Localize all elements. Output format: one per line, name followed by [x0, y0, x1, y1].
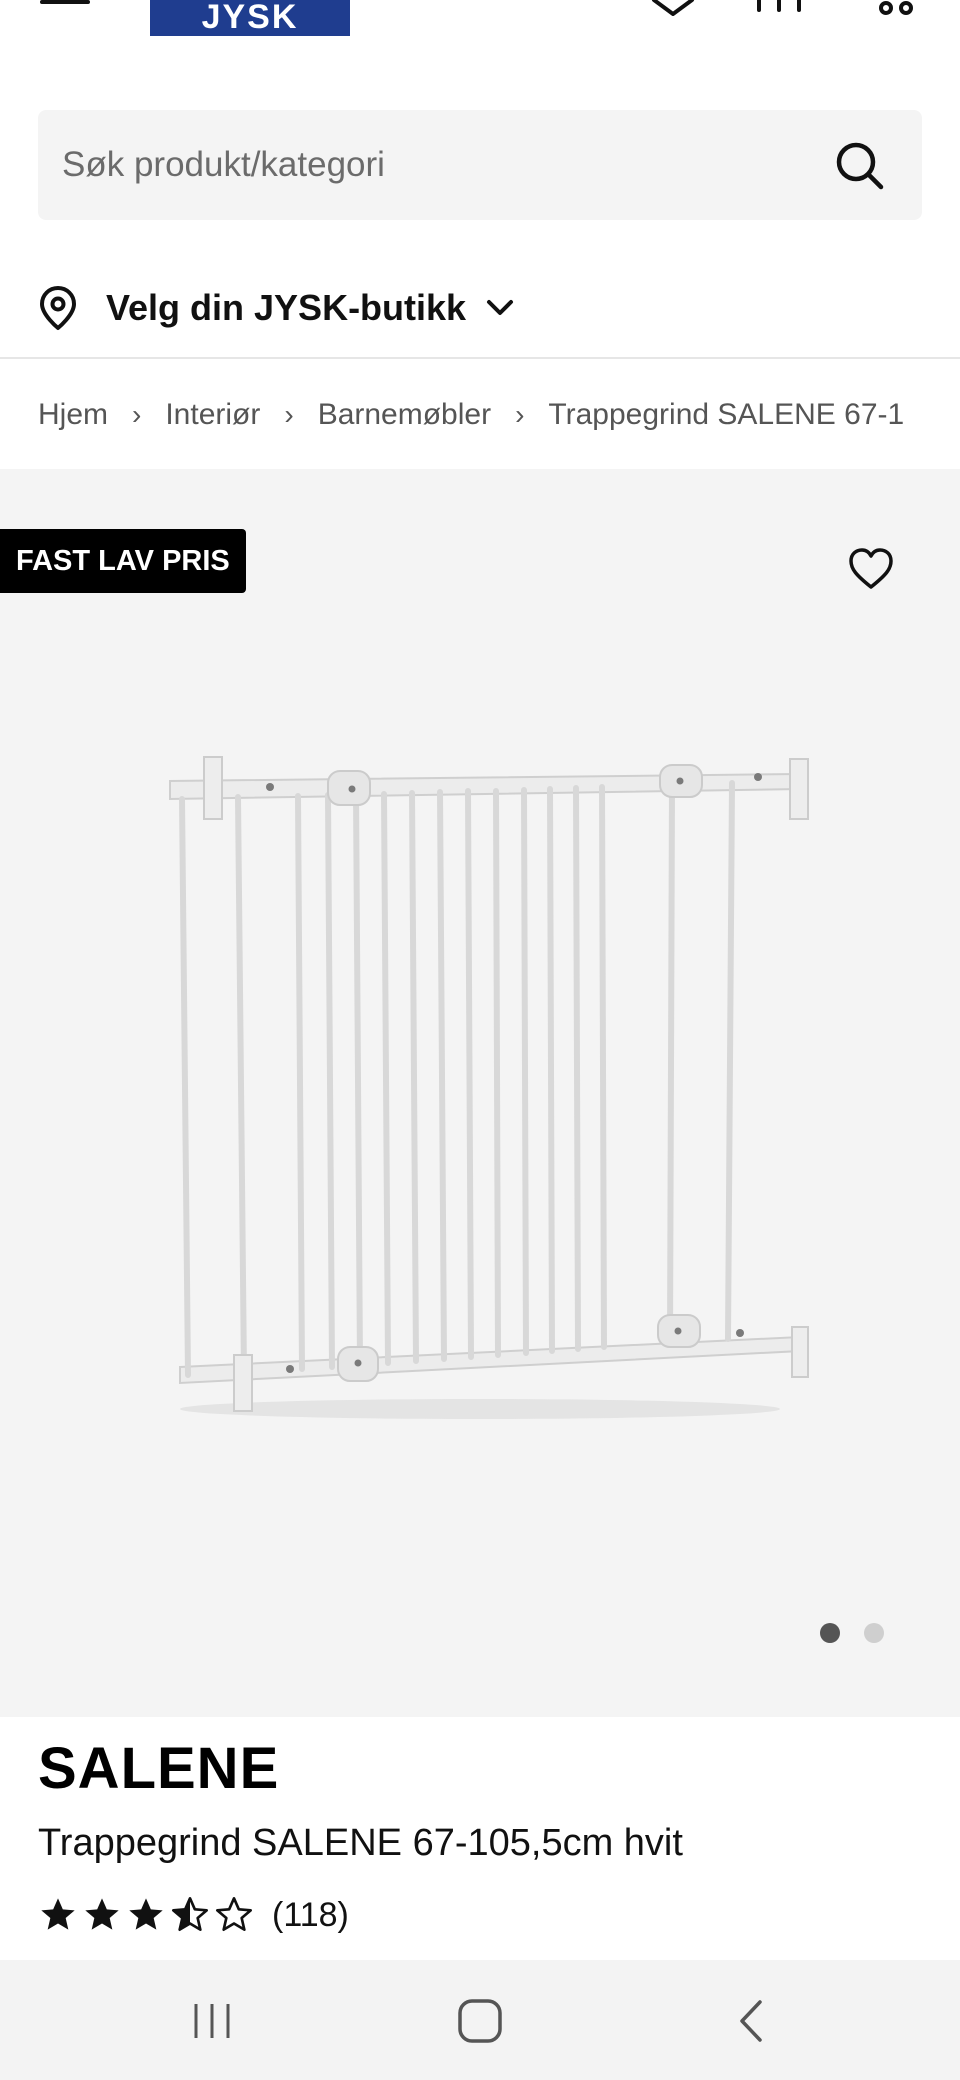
- star-empty-icon: [216, 1897, 253, 1931]
- location-pin-icon: [40, 286, 76, 330]
- search-input[interactable]: Søk produkt/kategori: [62, 110, 385, 220]
- store-label: Velg din JYSK-butikk: [106, 287, 467, 328]
- star-full-icon: [41, 1898, 75, 1930]
- carousel-dot-active[interactable]: [820, 1623, 840, 1643]
- breadcrumb-item-children-furniture[interactable]: Barnemøbler: [318, 398, 491, 432]
- logo-text: JYSK: [201, 0, 299, 36]
- chevron-right-icon: ›: [284, 399, 294, 430]
- review-count[interactable]: (118): [272, 1896, 349, 1935]
- breadcrumb-item-current: Trappegrind SALENE 67-1: [548, 398, 905, 431]
- breadcrumb: Hjem › Interiør › Barnemøbler › Trappegr…: [38, 390, 904, 440]
- product-rating[interactable]: (118): [38, 1890, 349, 1940]
- chevron-down-icon: [487, 300, 514, 315]
- user-icon[interactable]: [874, 0, 920, 18]
- chevron-right-icon: ›: [515, 399, 525, 430]
- star-full-icon: [129, 1898, 163, 1930]
- product-title: Trappegrind SALENE 67-105,5cm hvit: [38, 1822, 683, 1864]
- jysk-logo[interactable]: JYSK: [150, 0, 350, 36]
- favorite-heart-icon[interactable]: [848, 547, 894, 591]
- product-gallery[interactable]: FAST LAV PRIS: [0, 469, 960, 1717]
- back-icon[interactable]: [720, 1998, 780, 2044]
- home-icon[interactable]: [450, 1998, 510, 2044]
- cart-icon[interactable]: [756, 0, 802, 18]
- breadcrumb-item-interior[interactable]: Interiør: [165, 398, 260, 432]
- store-selector[interactable]: Velg din JYSK-butikk: [38, 280, 538, 336]
- recent-apps-icon[interactable]: [182, 1998, 242, 2044]
- breadcrumb-item-home[interactable]: Hjem: [38, 398, 108, 432]
- product-brand: SALENE: [38, 1736, 280, 1801]
- product-image: [169, 756, 809, 1419]
- search-icon[interactable]: [834, 140, 886, 192]
- star-full-icon: [85, 1898, 119, 1930]
- price-badge: FAST LAV PRIS: [0, 529, 246, 593]
- star-half-icon: [172, 1897, 209, 1931]
- heart-icon[interactable]: [650, 0, 696, 18]
- menu-icon[interactable]: [40, 0, 92, 8]
- search-bar[interactable]: Søk produkt/kategori: [38, 110, 922, 220]
- carousel-dot[interactable]: [864, 1623, 884, 1643]
- system-nav-bar: [0, 1960, 960, 2080]
- chevron-right-icon: ›: [132, 399, 142, 430]
- divider: [0, 357, 960, 359]
